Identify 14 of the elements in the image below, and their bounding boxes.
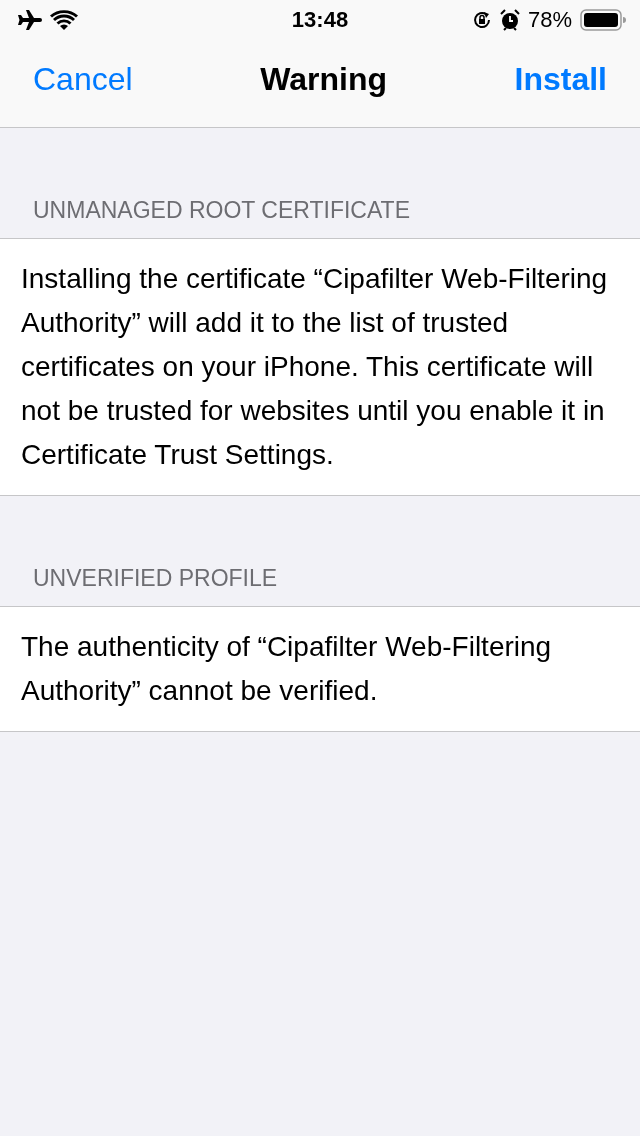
- status-time: 13:48: [290, 7, 350, 33]
- install-button[interactable]: Install: [514, 61, 607, 98]
- section-header: UNMANAGED ROOT CERTIFICATE: [32, 196, 411, 225]
- wifi-icon: [50, 10, 78, 30]
- battery-icon: [580, 9, 626, 31]
- airplane-icon: [16, 10, 42, 30]
- warning-text: The authenticity of “Cipafilter Web-Filtering Authority” cannot be verified.: [21, 630, 553, 708]
- rotation-lock-icon: [471, 10, 492, 30]
- warning-text: Installing the certificate “Cipafilter Web-Filtering Authority” will add it to the list of trusted certificates on your iPhone. This certificate will not be trusted for websites until you enable it in Certificate Trust Settings.: [21, 262, 609, 472]
- alarm-icon: [499, 9, 520, 31]
- section-header: UNVERIFIED PROFILE: [32, 564, 279, 593]
- cancel-button[interactable]: Cancel: [33, 61, 133, 98]
- battery-percentage: 78%: [527, 7, 572, 33]
- nav-title: Warning: [260, 61, 387, 98]
